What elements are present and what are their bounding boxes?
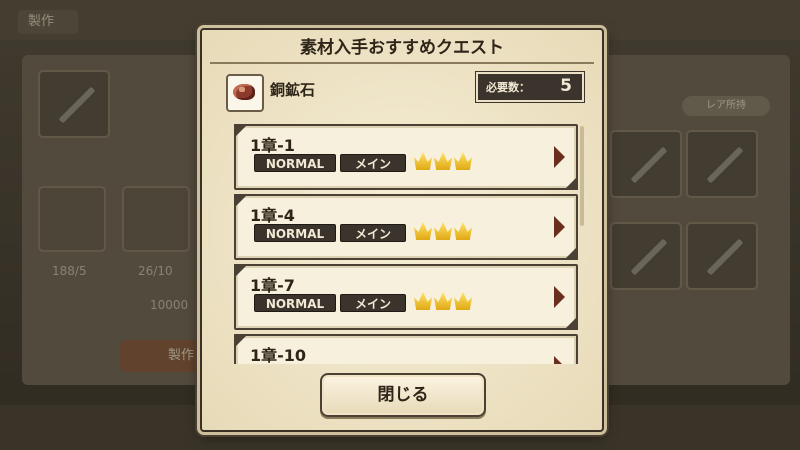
quest-row-1-7[interactable]: 1章-7 NORMAL メイン <box>234 264 578 330</box>
difficulty-tag: NORMAL <box>254 154 336 172</box>
required-value: 5 <box>560 76 572 96</box>
quest-type-tag: メイン <box>340 154 406 172</box>
crown-icon <box>434 292 452 310</box>
difficulty-tag: NORMAL <box>254 224 336 242</box>
dialog-title: 素材入手おすすめクエスト <box>210 34 594 64</box>
crown-icon <box>454 292 472 310</box>
chevron-right-icon[interactable] <box>552 286 566 308</box>
chevron-right-icon[interactable] <box>552 216 566 238</box>
quest-row-1-1[interactable]: 1章-1 NORMAL メイン <box>234 124 578 190</box>
crown-rating <box>414 152 474 172</box>
chevron-right-icon[interactable] <box>552 356 566 364</box>
scrollbar[interactable] <box>580 126 584 226</box>
crown-icon <box>434 152 452 170</box>
ore-icon <box>226 74 264 112</box>
quest-type-tag: メイン <box>340 224 406 242</box>
quest-row-1-4[interactable]: 1章-4 NORMAL メイン <box>234 194 578 260</box>
chevron-right-icon[interactable] <box>552 146 566 168</box>
required-count-box: 必要数： 5 <box>475 71 585 103</box>
crown-icon <box>454 152 472 170</box>
required-label: 必要数： <box>486 81 530 94</box>
quest-title: 1章-10 <box>250 346 307 364</box>
quest-type-tag: メイン <box>340 294 406 312</box>
crown-icon <box>414 292 432 310</box>
crown-icon <box>414 152 432 170</box>
material-name: 銅鉱石 <box>270 81 316 99</box>
difficulty-tag: NORMAL <box>254 294 336 312</box>
quest-row-1-10[interactable]: 1章-10 <box>234 334 578 364</box>
crown-rating <box>414 292 474 312</box>
quest-title: 1章-4 <box>250 206 295 225</box>
quest-title: 1章-7 <box>250 276 295 295</box>
crown-rating <box>414 222 474 242</box>
crown-icon <box>434 222 452 240</box>
crown-icon <box>454 222 472 240</box>
close-button[interactable]: 閉じる <box>320 373 486 417</box>
quest-title: 1章-1 <box>250 136 295 155</box>
crown-icon <box>414 222 432 240</box>
ore-graphic <box>233 84 255 100</box>
recommended-quest-dialog: 素材入手おすすめクエスト 銅鉱石 必要数： 5 1章-1 NORMAL メイン … <box>200 28 604 432</box>
quest-list[interactable]: 1章-1 NORMAL メイン 1章-4 NORMAL メイン 1章-7 NOR <box>228 120 584 364</box>
